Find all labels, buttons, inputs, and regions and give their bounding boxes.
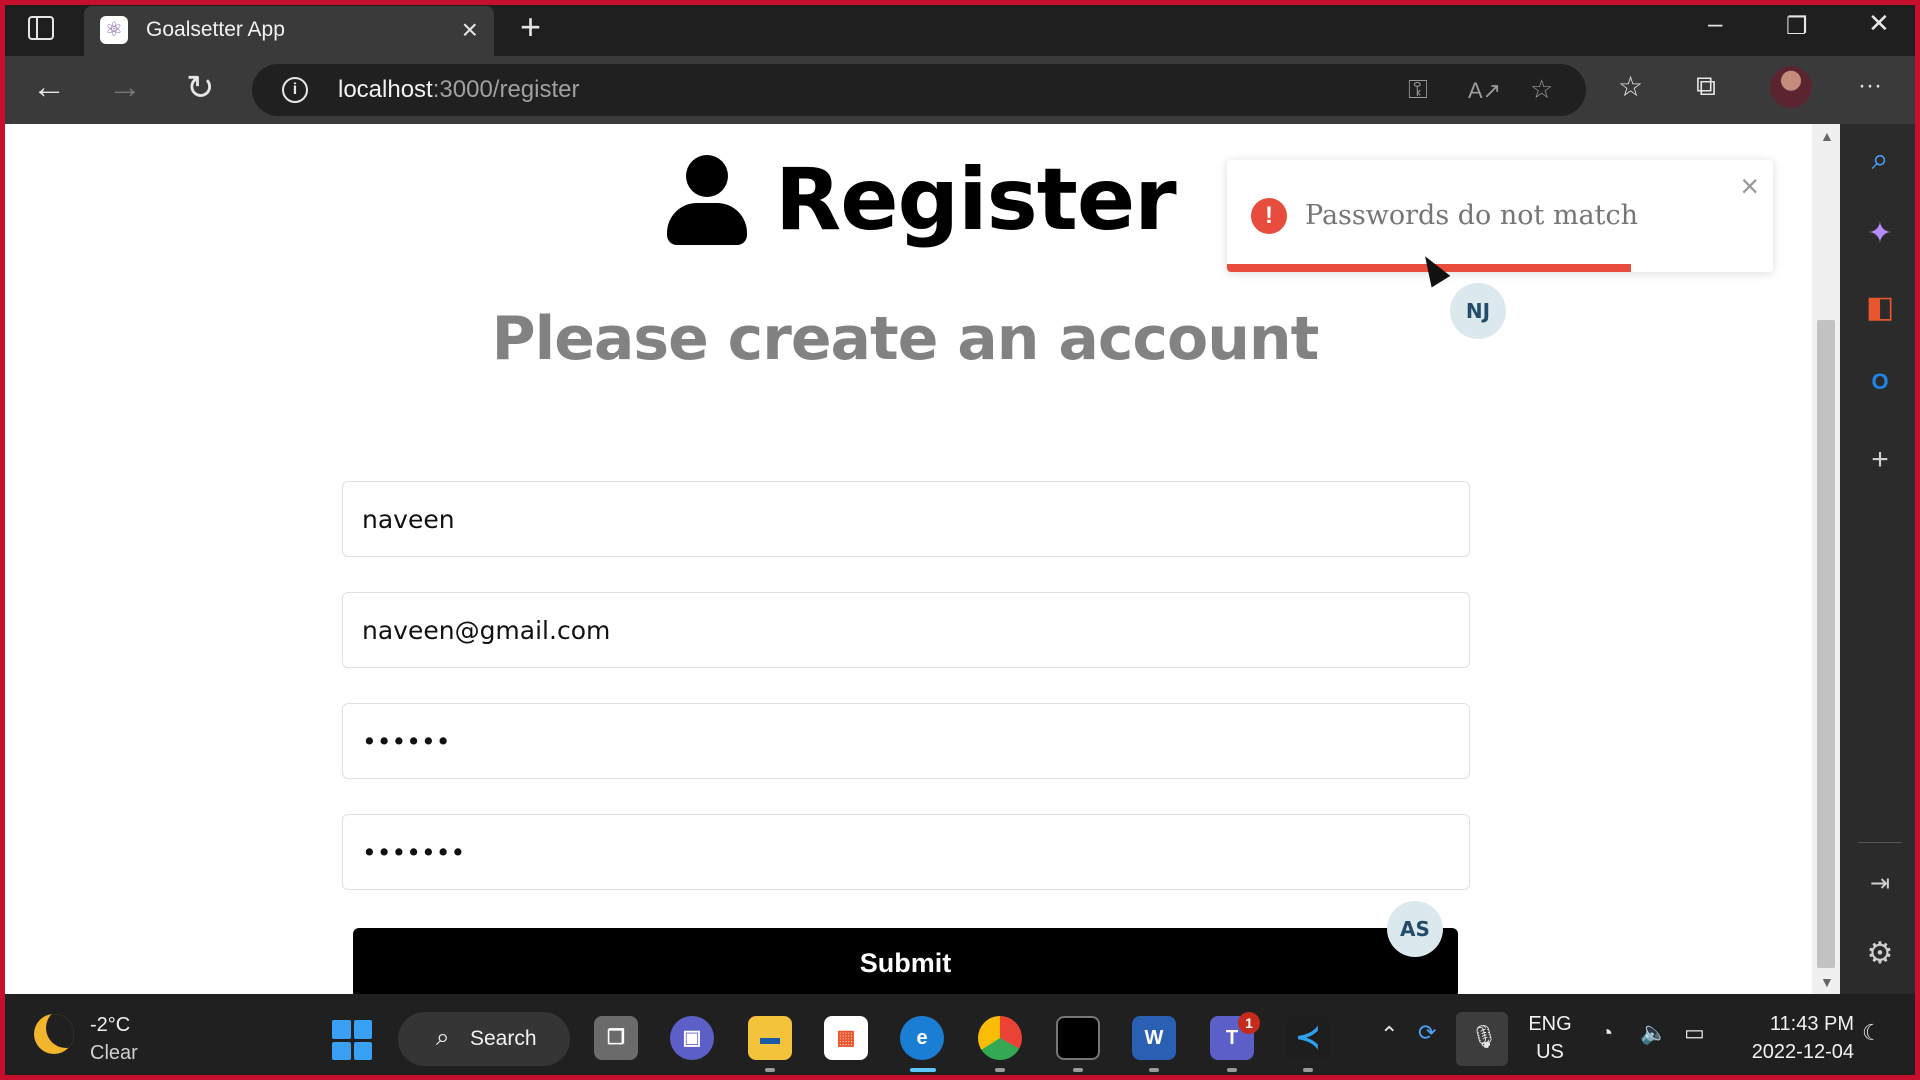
- add-favorite-icon[interactable]: ☆: [1530, 74, 1553, 105]
- language-indicator[interactable]: ENG US: [1528, 1010, 1572, 1066]
- site-info-icon[interactable]: i: [282, 77, 308, 103]
- scrollbar-thumb[interactable]: [1817, 320, 1835, 968]
- running-indicator: [995, 1068, 1005, 1072]
- back-button[interactable]: ←: [32, 68, 66, 107]
- maximize-button[interactable]: ❐: [1786, 12, 1808, 41]
- start-windows-icon[interactable]: [332, 1020, 372, 1060]
- language-region: US: [1536, 1041, 1564, 1063]
- collaborator-avatar-nj[interactable]: NJ: [1450, 283, 1506, 339]
- close-window-button[interactable]: ✕: [1868, 8, 1890, 39]
- profile-avatar[interactable]: [1770, 66, 1812, 108]
- new-tab-button[interactable]: +: [520, 6, 541, 48]
- running-indicator: [765, 1068, 775, 1072]
- vscode-icon[interactable]: ≺: [1286, 1016, 1330, 1060]
- moon-weather-icon[interactable]: [34, 1014, 74, 1054]
- teams-chat-icon[interactable]: ▣: [670, 1016, 714, 1060]
- password-key-icon[interactable]: ⚿: [1408, 74, 1428, 106]
- password-input[interactable]: [342, 703, 1470, 779]
- error-icon: !: [1251, 198, 1287, 234]
- copilot-sparkle-icon[interactable]: ✦: [1862, 216, 1898, 252]
- search-magnifier-icon: ⌕: [436, 1024, 450, 1051]
- task-view-icon[interactable]: ❐: [594, 1016, 638, 1060]
- page-subtitle: Please create an account: [491, 304, 1320, 374]
- search-icon[interactable]: ⌕: [1862, 142, 1898, 178]
- terminal-icon[interactable]: [1056, 1016, 1100, 1060]
- favorites-icon[interactable]: ☆: [1618, 70, 1643, 103]
- active-app-indicator: [910, 1068, 936, 1072]
- sidebar-divider: [1858, 842, 1902, 843]
- browser-toolbar: ← → ↻ i localhost:3000/register ⚿ A↗ ☆ ☆…: [0, 56, 1920, 124]
- running-indicator: [1073, 1068, 1083, 1072]
- address-bar[interactable]: i localhost:3000/register ⚿ A↗ ☆: [252, 64, 1586, 116]
- sidebar-settings-gear-icon[interactable]: ⚙: [1862, 936, 1898, 972]
- running-indicator: [1227, 1068, 1237, 1072]
- microphone-icon: 🎙: [1470, 1024, 1498, 1049]
- edge-browser-icon[interactable]: e: [900, 1016, 944, 1060]
- teams-notification-badge: 1: [1238, 1012, 1260, 1034]
- confirm-password-input[interactable]: [342, 814, 1470, 890]
- browser-tab[interactable]: ⚛ Goalsetter App ×: [84, 6, 494, 56]
- microphone-button[interactable]: 🎙: [1456, 1012, 1508, 1066]
- email-input[interactable]: [342, 592, 1470, 668]
- tab-actions-icon[interactable]: [28, 16, 54, 40]
- url-path: :3000/register: [432, 76, 580, 103]
- show-hidden-icons-chevron-icon[interactable]: ⌃: [1380, 1022, 1398, 1048]
- app-favicon-icon: ⚛: [100, 16, 128, 44]
- hide-sidebar-icon[interactable]: ⇥: [1862, 866, 1898, 902]
- taskbar-search-button[interactable]: ⌕ Search: [398, 1012, 570, 1066]
- read-aloud-icon[interactable]: A↗: [1468, 78, 1501, 104]
- browser-titlebar: ⚛ Goalsetter App × + – ❐ ✕: [0, 0, 1920, 56]
- running-indicator: [1303, 1068, 1313, 1072]
- do-not-disturb-moon-icon[interactable]: ☾: [1862, 1020, 1882, 1046]
- tab-close-icon[interactable]: ×: [462, 14, 478, 46]
- submit-button[interactable]: Submit: [353, 928, 1458, 994]
- collaborator-avatar-as[interactable]: AS: [1387, 901, 1443, 957]
- reload-button[interactable]: ↻: [186, 68, 215, 108]
- toast-message: Passwords do not match: [1305, 200, 1639, 231]
- file-explorer-icon[interactable]: ▬: [748, 1016, 792, 1060]
- word-icon[interactable]: W: [1132, 1016, 1176, 1060]
- name-input[interactable]: [342, 481, 1470, 557]
- volume-icon[interactable]: 🔈: [1640, 1020, 1667, 1046]
- taskbar-clock[interactable]: 11:43 PM 2022-12-04: [1736, 1010, 1854, 1066]
- clock-time: 11:43 PM: [1769, 1013, 1854, 1035]
- language-code: ENG: [1528, 1013, 1572, 1035]
- forward-button[interactable]: →: [108, 68, 142, 107]
- toast-close-icon[interactable]: ×: [1740, 168, 1759, 205]
- minimize-button[interactable]: –: [1708, 8, 1722, 39]
- chrome-icon[interactable]: [978, 1016, 1022, 1060]
- office-icon[interactable]: ◧: [1862, 290, 1898, 326]
- page-scrollbar[interactable]: ▲ ▼: [1812, 124, 1840, 994]
- page-title: Register: [775, 150, 1177, 250]
- taskbar-search-label: Search: [470, 1027, 537, 1050]
- battery-icon[interactable]: ▭: [1684, 1020, 1705, 1046]
- page-heading: Register: [667, 150, 1177, 250]
- user-icon: [667, 155, 747, 245]
- register-page: Register Please create an account Submit…: [5, 124, 1812, 994]
- wifi-icon[interactable]: ◔: [1600, 1020, 1613, 1046]
- scroll-up-arrow-icon[interactable]: ▲: [1820, 128, 1834, 144]
- add-sidebar-app-icon[interactable]: +: [1862, 442, 1898, 478]
- weather-condition[interactable]: Clear: [90, 1042, 138, 1065]
- clock-date: 2022-12-04: [1751, 1041, 1854, 1063]
- url-host: localhost: [338, 76, 433, 103]
- weather-temperature[interactable]: -2°C: [90, 1014, 130, 1037]
- url-text[interactable]: localhost:3000/register: [338, 76, 580, 104]
- tab-title: Goalsetter App: [146, 18, 285, 41]
- error-toast[interactable]: ! Passwords do not match ×: [1227, 160, 1773, 272]
- running-indicator: [1149, 1068, 1159, 1072]
- microsoft-store-icon[interactable]: ▦: [824, 1016, 868, 1060]
- settings-more-icon[interactable]: ···: [1858, 72, 1882, 100]
- edge-sidebar: ⌕ ✦ ◧ O + ⇥ ⚙: [1840, 124, 1920, 994]
- collections-icon[interactable]: ⧉: [1696, 70, 1716, 103]
- windows-taskbar: -2°C Clear ⌕ Search ❐ ▣ ▬ ▦ e W T 1 ≺ ⌃ …: [0, 994, 1920, 1080]
- scroll-down-arrow-icon[interactable]: ▼: [1820, 974, 1834, 990]
- outlook-icon[interactable]: O: [1862, 364, 1898, 400]
- sync-icon[interactable]: ⟳: [1418, 1020, 1436, 1046]
